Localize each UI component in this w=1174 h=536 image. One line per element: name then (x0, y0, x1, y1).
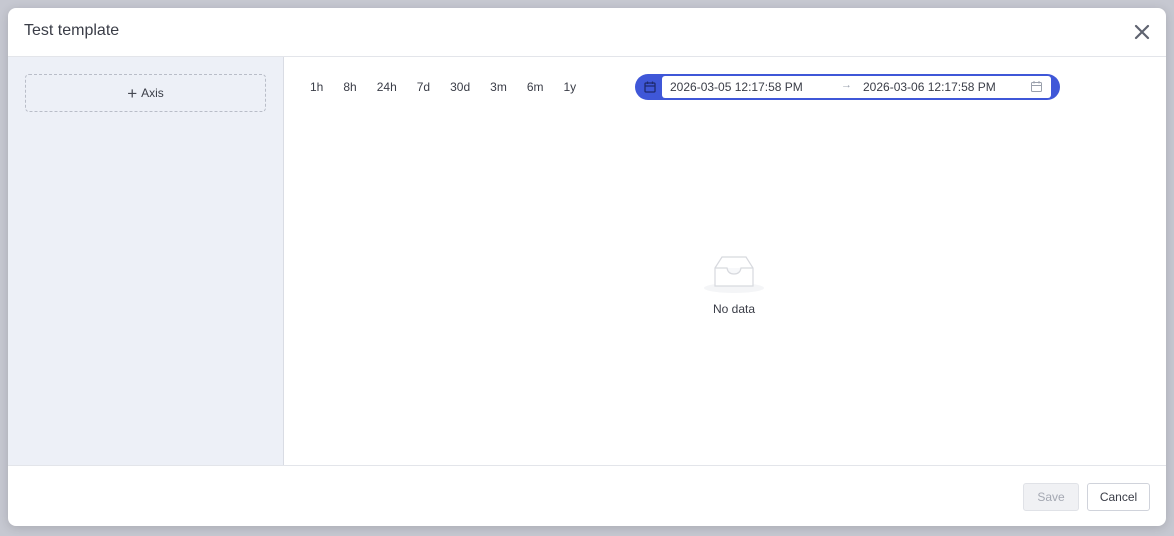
range-3m[interactable]: 3m (480, 74, 517, 100)
date-range-field[interactable]: 2026-03-05 12:17:58 PM → 2026-03-06 12:1… (662, 76, 1051, 98)
add-axis-button[interactable]: + Axis (25, 74, 266, 112)
range-24h[interactable]: 24h (367, 74, 407, 100)
range-6m[interactable]: 6m (517, 74, 554, 100)
empty-state-text: No data (712, 302, 756, 316)
empty-inbox-icon (704, 256, 764, 293)
calendar-suffix-icon (1031, 81, 1042, 92)
chart-area: 1h 8h 24h 7d 30d 3m 6m 1y 2026-03-05 12:… (284, 57, 1166, 465)
template-dialog: Test template + Axis 1h 8h 24h 7d 30d 3m… (8, 8, 1166, 526)
calendar-icon[interactable] (643, 80, 657, 94)
date-range-picker[interactable]: 2026-03-05 12:17:58 PM → 2026-03-06 12:1… (635, 74, 1060, 100)
dialog-header: Test template (8, 8, 1166, 57)
save-button[interactable]: Save (1023, 483, 1079, 511)
add-axis-label: Axis (141, 86, 164, 100)
time-range-selector: 1h 8h 24h 7d 30d 3m 6m 1y (300, 74, 586, 100)
axis-sidebar: + Axis (8, 57, 284, 465)
range-8h[interactable]: 8h (333, 74, 366, 100)
close-icon (1134, 24, 1150, 40)
dialog-footer: Save Cancel (8, 465, 1166, 526)
range-arrow-icon: → (841, 79, 852, 91)
end-date-input[interactable]: 2026-03-06 12:17:58 PM (863, 80, 996, 94)
plus-icon: + (127, 83, 138, 103)
range-7d[interactable]: 7d (407, 74, 440, 100)
range-1h[interactable]: 1h (300, 74, 333, 100)
dialog-title: Test template (24, 22, 120, 39)
range-1y[interactable]: 1y (553, 74, 586, 100)
empty-state: No data (684, 252, 784, 316)
close-button[interactable] (1132, 22, 1152, 42)
dialog-body: + Axis 1h 8h 24h 7d 30d 3m 6m 1y 2026-03… (8, 57, 1166, 465)
start-date-input[interactable]: 2026-03-05 12:17:58 PM (670, 80, 803, 94)
cancel-button[interactable]: Cancel (1087, 483, 1150, 511)
range-30d[interactable]: 30d (440, 74, 480, 100)
